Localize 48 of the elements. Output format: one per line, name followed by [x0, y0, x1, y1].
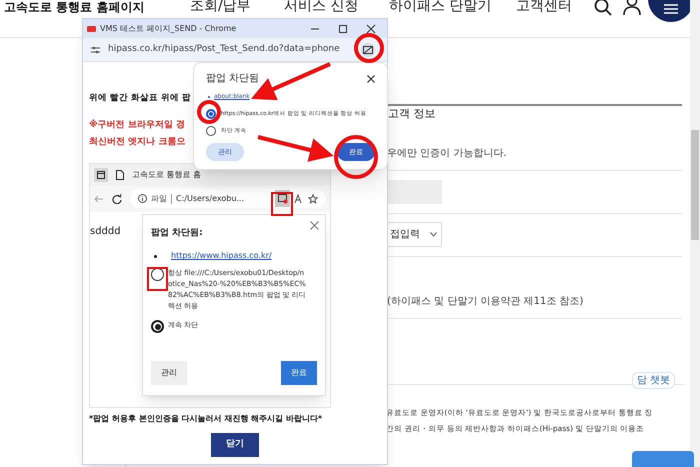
- input-field[interactable]: [385, 180, 442, 204]
- address-field[interactable]: 파일 C:/Users/exobu...: [130, 189, 326, 208]
- notice-text: 우에만 인증이 가능합니다.: [387, 147, 507, 161]
- select-field[interactable]: 접입력: [385, 222, 442, 247]
- warning-text: ※구버전 브라우저일 경: [89, 118, 186, 132]
- warning-text: 최신버전 엣지나 크롬으: [89, 136, 186, 149]
- tune-icon[interactable]: [91, 46, 100, 54]
- highlight-circle: [354, 33, 384, 63]
- close-button[interactable]: 닫기: [211, 432, 259, 457]
- tab-actions-icon[interactable]: [94, 168, 108, 182]
- favicon-icon: [87, 26, 96, 32]
- radio-button[interactable]: [151, 268, 164, 282]
- radio-button[interactable]: [206, 109, 216, 119]
- highlight-circle: [197, 100, 221, 124]
- site-title[interactable]: 고속도로 통행료 홈페이지: [4, 0, 144, 16]
- highlight-circle: [334, 135, 378, 179]
- dialog-title: 팝업 차단됨: [206, 72, 260, 86]
- bullet-icon: [154, 254, 157, 258]
- close-icon[interactable]: [367, 74, 375, 82]
- refresh-icon[interactable]: [112, 194, 122, 204]
- read-aloud-icon[interactable]: [294, 194, 304, 204]
- document-icon: [116, 170, 124, 180]
- terms-note: (하이패스 및 단말기 이용약관 제11조 참조): [387, 295, 584, 309]
- search-icon[interactable]: [594, 0, 612, 16]
- info-icon: [138, 194, 147, 204]
- window-title: VMS 테스트 페이지_SEND - Chrome: [100, 22, 238, 34]
- address-text: C:/Users/exobu...: [176, 192, 246, 205]
- browser-tab[interactable]: 고속도로 통행료 홈: [132, 168, 202, 181]
- section-title: 고객 정보: [388, 106, 436, 122]
- manage-button[interactable]: 관리: [151, 360, 187, 385]
- radio-button[interactable]: [206, 126, 216, 136]
- chevron-icon: [430, 232, 437, 237]
- popup-blocked-icon[interactable]: [361, 42, 375, 56]
- done-button[interactable]: 완료: [281, 360, 317, 385]
- blocked-link[interactable]: https://www.hipass.co.kr/: [171, 250, 272, 262]
- favorite-icon[interactable]: [308, 194, 318, 204]
- address-label: 파일: [151, 192, 167, 205]
- dialog-title: 팝업 차단됨:: [151, 226, 203, 240]
- menu-icon: [664, 4, 678, 14]
- instruction-text: *팝업 허용후 본인인증을 다시눌러서 재진행 해주시길 바랍니다*: [89, 412, 322, 425]
- scrollbar-thumb[interactable]: [691, 130, 699, 240]
- user-icon[interactable]: [622, 0, 642, 16]
- page-text: sdddd: [90, 224, 121, 239]
- highlight-frame: [147, 267, 168, 291]
- page-heading: 위에 빨간 화살표 위에 팝: [89, 92, 191, 105]
- chatbot-label[interactable]: 담 챗봇: [632, 372, 676, 389]
- highlight-frame: [271, 192, 293, 216]
- radio-button[interactable]: [151, 320, 164, 334]
